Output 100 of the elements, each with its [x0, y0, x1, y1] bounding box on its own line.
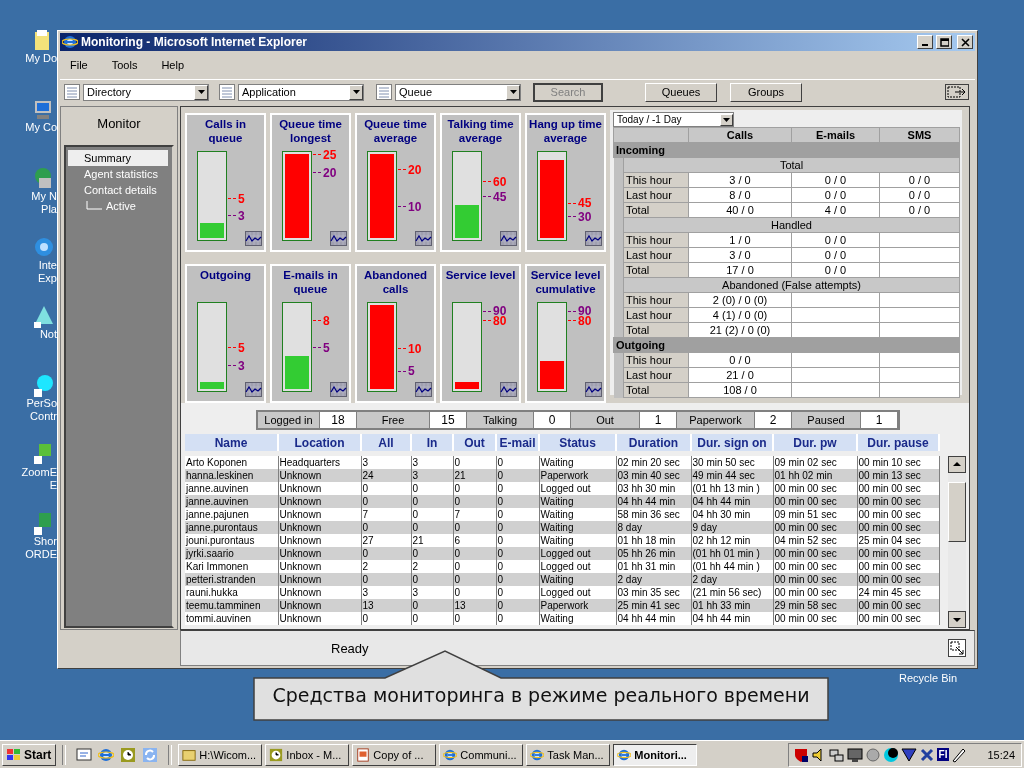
menu-item[interactable]: Tools: [105, 59, 148, 71]
list-icon[interactable]: [64, 84, 80, 100]
table-cell: Unknown: [278, 508, 361, 521]
table-cell: Unknown: [278, 599, 361, 612]
menu-item[interactable]: Help: [155, 59, 195, 71]
taskbar-button[interactable]: Communi...: [439, 743, 524, 766]
table-cell: Kari Immonen: [185, 560, 278, 573]
summary-value: 1: [861, 412, 898, 428]
table-cell: 00 min 00 sec: [773, 560, 857, 573]
minimize-button[interactable]: [917, 35, 933, 49]
taskbar-button[interactable]: Copy of ...: [352, 743, 437, 766]
icon-label[interactable]: My Do: [25, 52, 57, 65]
browser-icon[interactable]: [98, 746, 115, 763]
disc-icon[interactable]: [33, 373, 55, 397]
clock-icon[interactable]: [120, 746, 137, 763]
icon-label[interactable]: Not: [39, 328, 57, 341]
shield-icon[interactable]: [792, 746, 809, 763]
close-button[interactable]: [957, 35, 973, 49]
table-cell: 13: [453, 599, 496, 612]
maximize-button[interactable]: [936, 35, 952, 49]
list-icon[interactable]: [219, 84, 235, 100]
document-icon: [356, 747, 371, 762]
pen-icon[interactable]: [951, 746, 968, 763]
scrollbar[interactable]: [948, 456, 966, 628]
chart-icon[interactable]: [330, 231, 347, 246]
table-cell: tommi.auvinen: [185, 612, 278, 625]
chart-icon[interactable]: [415, 231, 432, 246]
taskbar-button[interactable]: Task Man...: [526, 743, 611, 766]
column-header[interactable]: Duration: [616, 434, 691, 451]
icon-label[interactable]: Recycle Bin: [898, 672, 958, 684]
monitor-icon[interactable]: [846, 746, 863, 763]
chart-icon[interactable]: [500, 231, 517, 246]
close-icon: [960, 37, 970, 47]
minimize-icon: [922, 44, 928, 46]
menu-item[interactable]: File: [64, 59, 98, 71]
chart-icon[interactable]: [585, 382, 602, 397]
start-button[interactable]: Start: [2, 743, 57, 766]
column-header[interactable]: Status: [539, 434, 616, 451]
column-header[interactable]: Dur. sign on: [691, 434, 773, 451]
chart-icon[interactable]: [415, 382, 432, 397]
icon-label[interactable]: ORDE: [25, 548, 57, 561]
notepad-icon[interactable]: [33, 304, 55, 328]
sidebar-item[interactable]: Active: [102, 198, 136, 214]
icon-label[interactable]: Pla: [41, 203, 57, 216]
chart-icon[interactable]: [585, 231, 602, 246]
column-header[interactable]: Dur. pause: [857, 434, 939, 451]
column-header[interactable]: Location: [278, 434, 361, 451]
dropdown-field[interactable]: Queue: [395, 83, 521, 101]
table-cell: 0: [453, 560, 496, 573]
icon-label[interactable]: PerSo: [26, 397, 57, 410]
tick-label: 45: [493, 189, 507, 204]
column-header[interactable]: E-mail: [496, 434, 539, 451]
chart-icon[interactable]: [330, 382, 347, 397]
dropdown-field[interactable]: Application: [238, 83, 364, 101]
taskbar-button[interactable]: Inbox - M...: [265, 743, 350, 766]
tick-label: 90: [493, 304, 507, 318]
exit-icon[interactable]: [945, 84, 969, 100]
chart-icon[interactable]: [500, 382, 517, 397]
funnel-icon[interactable]: [900, 746, 917, 763]
icon-label[interactable]: ZoomE: [21, 466, 57, 479]
resize-icon[interactable]: [948, 639, 966, 657]
language-indicator[interactable]: FI: [936, 748, 950, 761]
desktop-icon[interactable]: [76, 746, 93, 763]
toolbar-button[interactable]: Queues: [645, 82, 717, 102]
table-cell: 00 min 00 sec: [857, 599, 939, 612]
tick-label: 10: [408, 199, 422, 214]
column-header[interactable]: Out: [453, 434, 496, 451]
table-cell: Unknown: [278, 495, 361, 508]
icon-label[interactable]: Inte: [38, 259, 57, 272]
tick-mark: [228, 347, 236, 349]
taskbar-button[interactable]: Monitori...: [613, 743, 698, 766]
icon-label[interactable]: Shor: [33, 535, 57, 548]
sidebar-item[interactable]: Contact details: [68, 182, 168, 198]
column-header[interactable]: In: [411, 434, 453, 451]
period-dropdown[interactable]: Today / -1 Day: [613, 112, 734, 127]
table-cell: 0: [453, 586, 496, 599]
table-cell: 0: [496, 573, 539, 586]
moon-icon[interactable]: [882, 746, 899, 763]
taskbar-button[interactable]: H:\Wicom...: [178, 743, 263, 766]
network-icon[interactable]: [828, 746, 845, 763]
tree-branch-icon: [86, 201, 102, 211]
icon-label[interactable]: My Co: [25, 121, 57, 134]
column-header[interactable]: Name: [185, 434, 278, 451]
icon-label[interactable]: Contr: [30, 410, 57, 423]
table-cell: 30 min 50 sec: [691, 456, 773, 469]
chart-icon[interactable]: [245, 231, 262, 246]
dropdown-field[interactable]: Directory: [83, 83, 209, 101]
column-header[interactable]: Dur. pw: [773, 434, 857, 451]
column-header[interactable]: All: [361, 434, 411, 451]
list-icon[interactable]: [376, 84, 392, 100]
icon-label[interactable]: My N: [31, 190, 57, 203]
sidebar-item[interactable]: Agent statistics: [68, 166, 168, 182]
table-cell: 01 hh 31 min: [616, 560, 691, 573]
scrollbar-thumb[interactable]: [948, 482, 966, 542]
table-cell: 00 min 00 sec: [857, 482, 939, 495]
toolbar-button[interactable]: Groups: [730, 82, 802, 102]
icon-label[interactable]: E: [49, 479, 57, 492]
chart-icon[interactable]: [245, 382, 262, 397]
icon-label[interactable]: Exp: [38, 272, 57, 285]
sidebar-item[interactable]: Summary: [68, 150, 168, 166]
